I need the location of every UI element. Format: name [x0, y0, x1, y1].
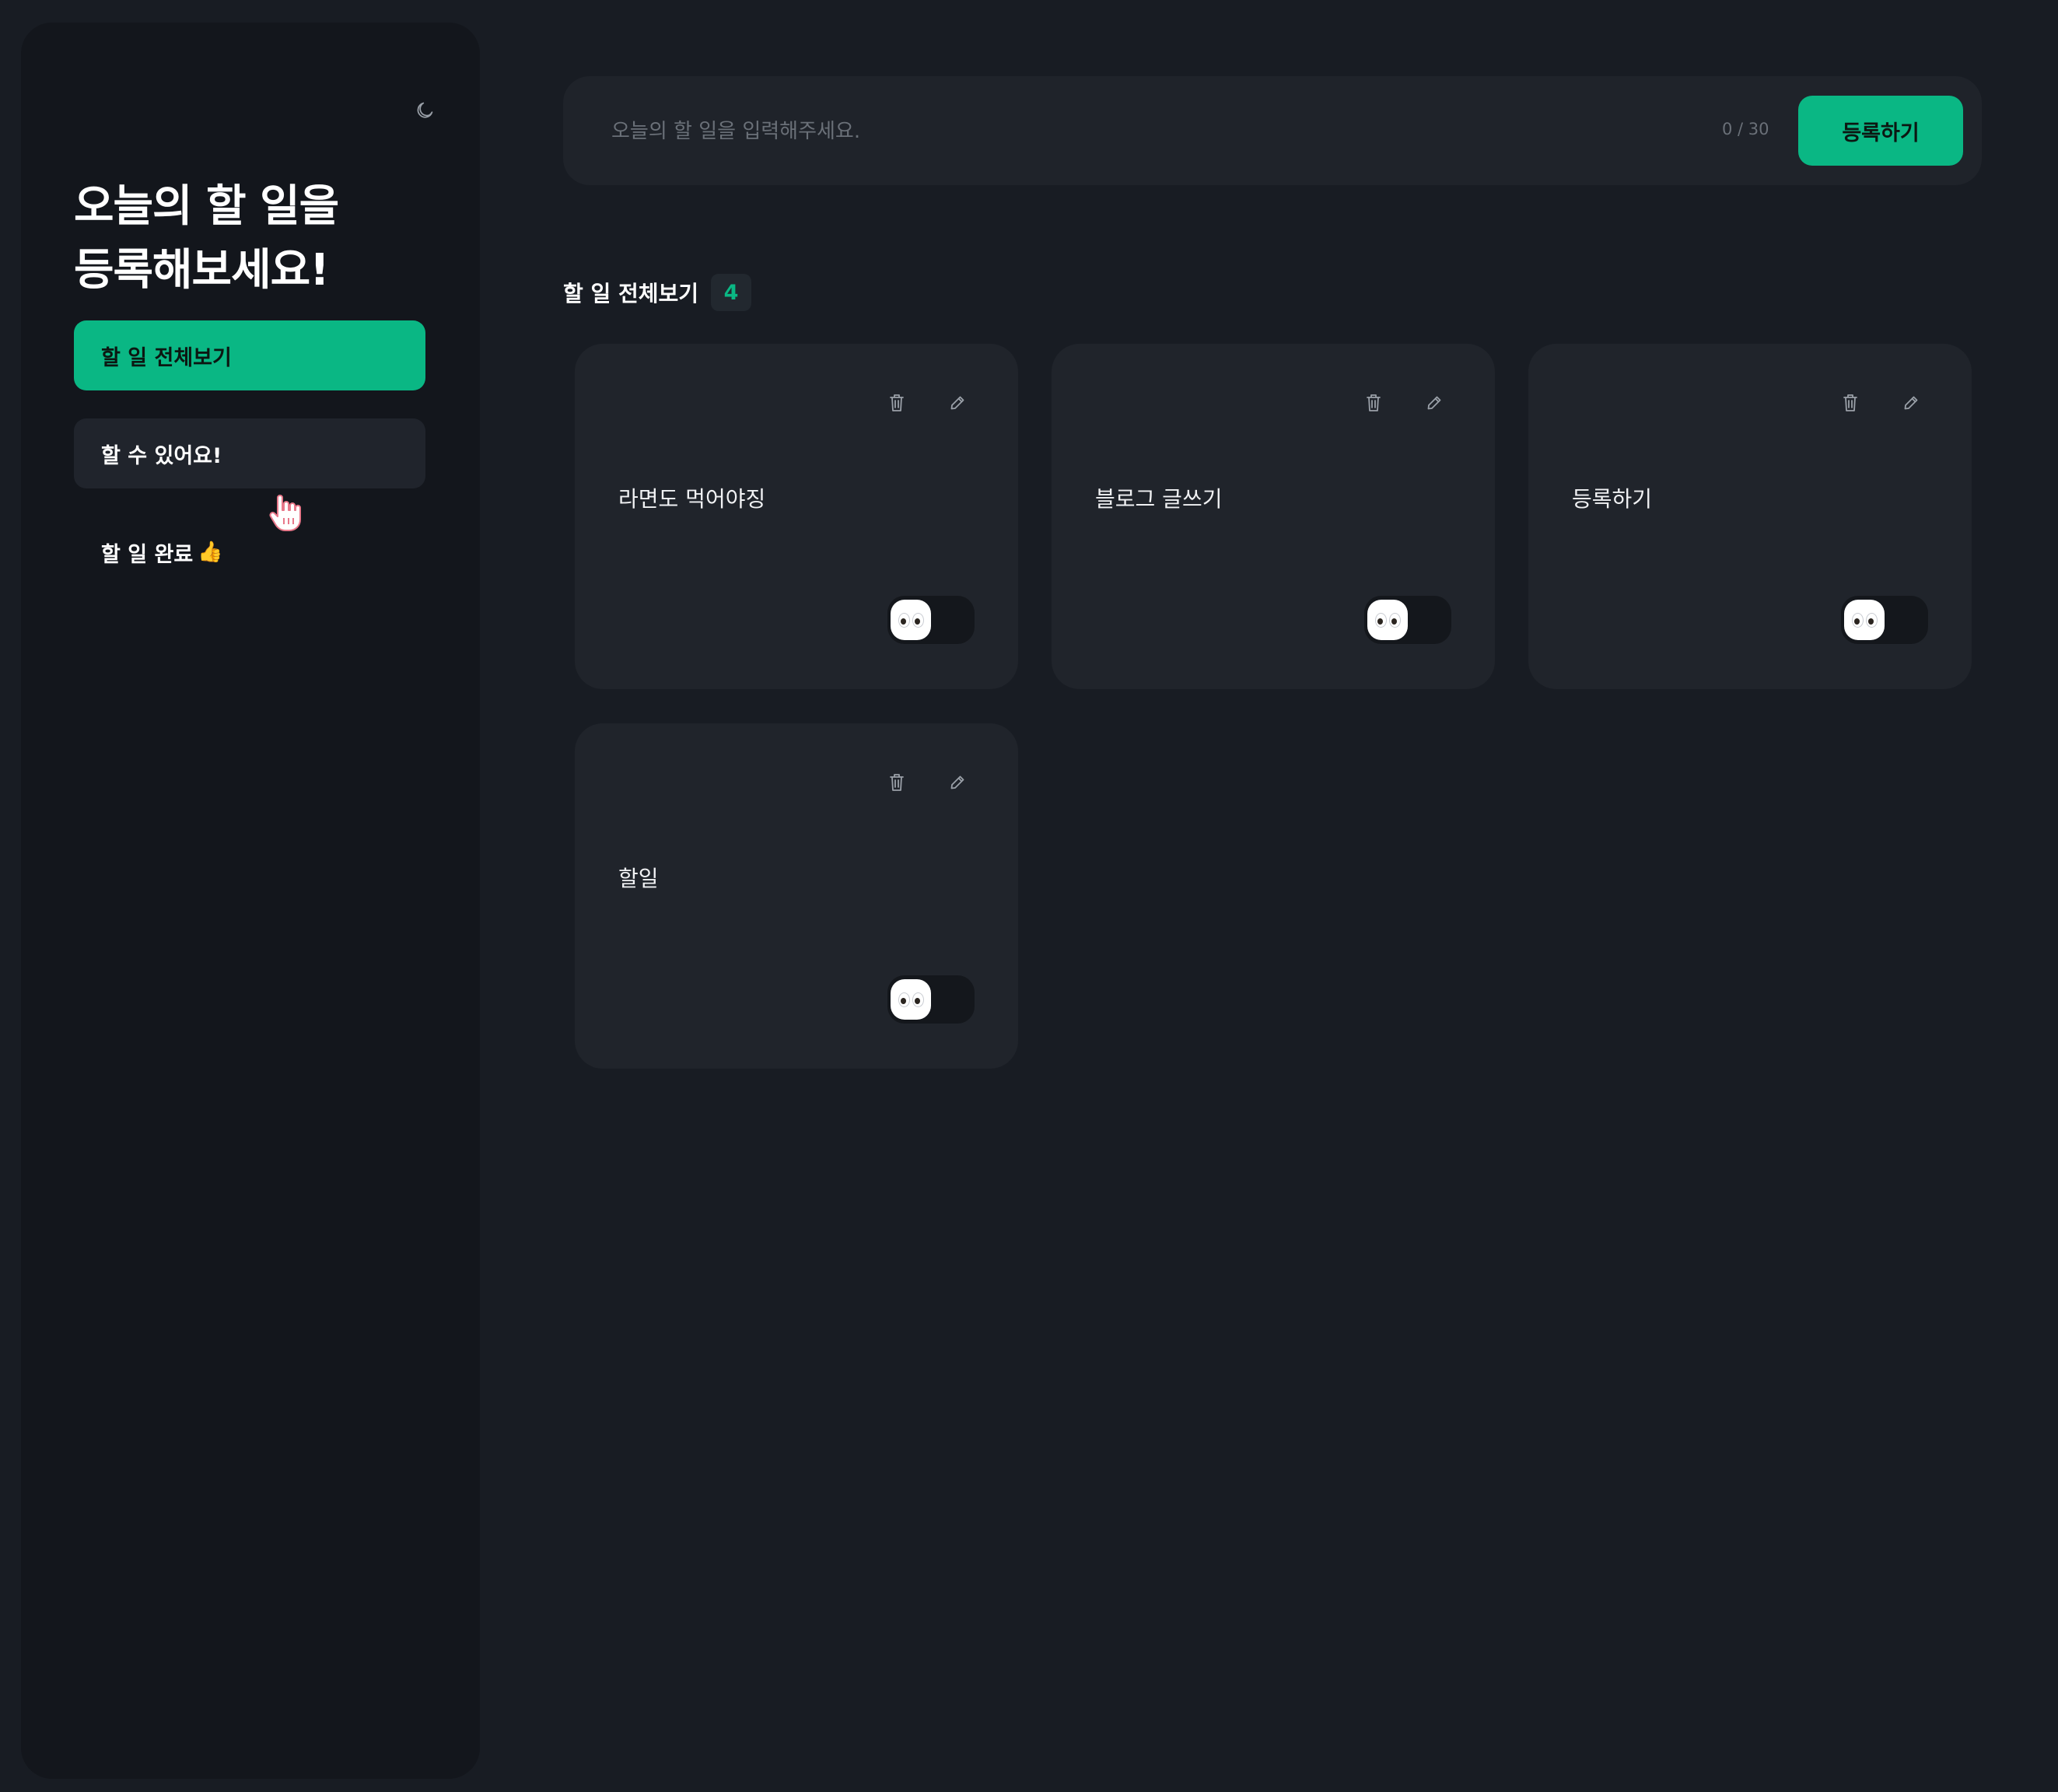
edit-button[interactable] — [942, 767, 973, 798]
sidebar: 오늘의 할 일을 등록해보세요! 할 일 전체보기 할 수 있어요! 할 일 완… — [21, 23, 480, 1779]
moon-icon — [417, 102, 433, 118]
thumbs-up-icon: 👍 — [198, 541, 223, 564]
pointer-hand-icon — [269, 495, 301, 531]
eye-left — [898, 992, 910, 1007]
nav-item-all[interactable]: 할 일 전체보기 — [74, 320, 425, 390]
eyes-icon — [891, 600, 931, 640]
trash-icon — [1843, 394, 1857, 411]
todo-count-badge: 4 — [711, 274, 752, 311]
nav-item-all-label: 할 일 전체보기 — [101, 345, 232, 370]
todo-text: 블로그 글쓰기 — [1095, 486, 1223, 512]
complete-toggle[interactable] — [1841, 596, 1928, 644]
edit-button[interactable] — [942, 387, 973, 418]
trash-icon — [890, 394, 904, 411]
eye-right — [1388, 612, 1401, 628]
eye-right — [912, 992, 924, 1007]
delete-button[interactable] — [1358, 387, 1389, 418]
complete-toggle[interactable] — [887, 975, 975, 1024]
delete-button[interactable] — [1835, 387, 1866, 418]
edit-button[interactable] — [1895, 387, 1927, 418]
todo-input-bar: 0 / 30 등록하기 — [563, 76, 1982, 185]
eye-right — [1865, 612, 1878, 628]
nav-item-can-do[interactable]: 할 수 있어요! — [74, 418, 425, 488]
nav-item-done-label: 할 일 완료 — [101, 542, 194, 567]
eyes-icon — [1844, 600, 1885, 640]
delete-button[interactable] — [881, 767, 912, 798]
section-header: 할 일 전체보기 4 — [563, 272, 752, 313]
submit-button[interactable]: 등록하기 — [1798, 96, 1963, 166]
trash-icon — [1367, 394, 1381, 411]
pencil-icon — [1427, 396, 1441, 410]
sidebar-title-line-2: 등록해보세요! — [74, 245, 330, 296]
sidebar-title: 오늘의 할 일을 등록해보세요! — [74, 175, 447, 303]
eye-left — [898, 612, 910, 628]
trash-icon — [890, 774, 904, 791]
nav-item-can-do-label: 할 수 있어요! — [101, 443, 222, 468]
complete-toggle[interactable] — [887, 596, 975, 644]
eyes-icon — [891, 979, 931, 1020]
todo-card: 등록하기 — [1528, 344, 1972, 689]
nav-item-done[interactable]: 할 일 완료 👍 — [74, 517, 425, 587]
app: 오늘의 할 일을 등록해보세요! 할 일 전체보기 할 수 있어요! 할 일 완… — [0, 0, 2058, 1792]
todo-text: 라면도 먹어야징 — [618, 486, 766, 512]
edit-button[interactable] — [1419, 387, 1450, 418]
pencil-icon — [950, 775, 964, 789]
char-count: 0 / 30 — [1722, 120, 1769, 138]
eye-right — [912, 612, 924, 628]
theme-toggle-button[interactable] — [410, 94, 441, 125]
eye-left — [1851, 612, 1864, 628]
todo-text: 할일 — [618, 866, 659, 891]
sidebar-title-line-1: 오늘의 할 일을 — [74, 181, 339, 232]
todo-input[interactable] — [610, 107, 1608, 156]
todo-card: 할일 — [575, 723, 1018, 1069]
complete-toggle[interactable] — [1364, 596, 1451, 644]
delete-button[interactable] — [881, 387, 912, 418]
pencil-icon — [950, 396, 964, 410]
eye-left — [1374, 612, 1387, 628]
todo-text: 등록하기 — [1572, 486, 1653, 512]
section-title: 할 일 전체보기 — [563, 281, 699, 306]
eyes-icon — [1367, 600, 1408, 640]
todo-card: 라면도 먹어야징 — [575, 344, 1018, 689]
todo-card: 블로그 글쓰기 — [1052, 344, 1495, 689]
pencil-icon — [1904, 396, 1918, 410]
